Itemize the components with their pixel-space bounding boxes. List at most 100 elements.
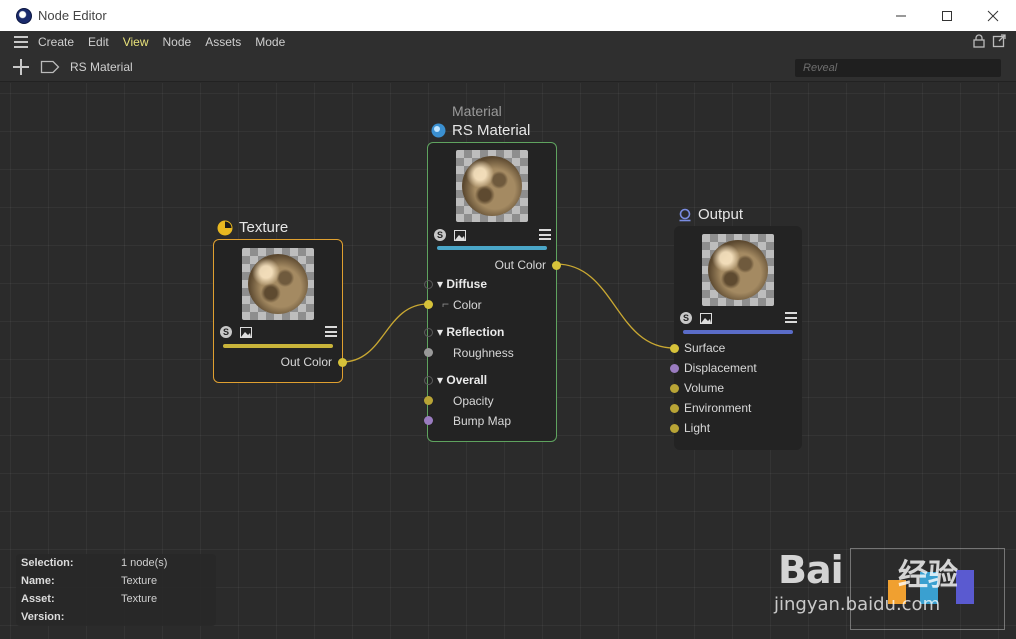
displacement-port[interactable] <box>670 364 679 373</box>
breadcrumb[interactable]: RS Material <box>70 60 133 74</box>
undock-icon[interactable] <box>992 34 1006 48</box>
material-node-subtitle: Material <box>452 103 502 119</box>
output-preview-thumbnail <box>702 234 774 306</box>
menu-list-icon[interactable] <box>539 229 551 240</box>
s-icon[interactable]: S <box>220 326 232 338</box>
minimize-button[interactable] <box>878 0 924 31</box>
menu-assets[interactable]: Assets <box>205 35 241 49</box>
menu-list-icon[interactable] <box>785 312 797 323</box>
material-color-bar <box>437 246 547 250</box>
material-out-color-port[interactable] <box>552 261 561 270</box>
environment-port[interactable] <box>670 404 679 413</box>
close-icon <box>987 10 999 21</box>
light-port[interactable] <box>670 424 679 433</box>
menu-bar: Create Edit View Node Assets Mode <box>0 31 1016 53</box>
menu-create[interactable]: Create <box>38 35 74 49</box>
opacity-label: Opacity <box>453 394 494 408</box>
tree-branch: ⌐ <box>442 297 450 311</box>
watermark-bar-indigo <box>956 570 974 604</box>
version-key: Version: <box>21 611 65 623</box>
reflection-group-port[interactable] <box>424 328 433 337</box>
material-out-color-label: Out Color <box>494 258 546 272</box>
bump-map-port[interactable] <box>424 416 433 425</box>
output-node-header: Output <box>678 206 743 223</box>
asset-value: Texture <box>121 593 158 605</box>
menu-right-icons <box>972 34 1006 48</box>
maximize-button[interactable] <box>924 0 970 31</box>
output-node-tools: S <box>680 312 712 324</box>
menu-view[interactable]: View <box>123 35 149 49</box>
material-node-tools: S <box>434 229 466 241</box>
environment-label: Environment <box>684 401 752 415</box>
name-key: Name: <box>21 575 55 587</box>
roughness-label: Roughness <box>453 346 514 360</box>
watermark-brand: Bai <box>778 548 844 592</box>
opacity-port[interactable] <box>424 396 433 405</box>
overall-group-port[interactable] <box>424 376 433 385</box>
info-row-selection: Selection: 1 node(s) <box>21 557 167 569</box>
menu-list-icon[interactable] <box>325 326 337 337</box>
lock-icon[interactable] <box>972 34 986 48</box>
texture-node-header: Texture <box>217 219 288 236</box>
s-icon[interactable]: S <box>680 312 692 324</box>
image-icon[interactable] <box>700 312 712 324</box>
material-node-header: RS Material <box>431 122 530 139</box>
info-row-asset: Asset: Texture <box>21 593 157 605</box>
watermark-brand-cn: 经验 <box>898 558 958 593</box>
name-value: Texture <box>121 575 158 587</box>
overall-group-label[interactable]: ▾ Overall <box>437 373 487 387</box>
texture-node[interactable]: S Out Color <box>213 239 347 383</box>
asset-key: Asset: <box>21 593 55 605</box>
diffuse-group-label[interactable]: ▾ Diffuse <box>437 277 487 291</box>
diffuse-color-port[interactable] <box>424 300 433 309</box>
material-preview-thumbnail <box>456 150 528 222</box>
displacement-label: Displacement <box>684 361 757 375</box>
window-titlebar: Node Editor <box>0 0 1016 31</box>
info-row-name: Name: Texture <box>21 575 157 587</box>
output-color-bar <box>683 330 793 334</box>
image-icon[interactable] <box>240 326 252 338</box>
output-node[interactable]: S Surface Displacement Volume Environmen… <box>670 226 802 450</box>
material-node-title: RS Material <box>452 122 531 139</box>
info-row-version: Version: <box>21 611 121 623</box>
menu-mode[interactable]: Mode <box>255 35 285 49</box>
minimize-icon <box>896 15 906 16</box>
diffuse-color-label: Color <box>453 298 482 312</box>
menu-edit[interactable]: Edit <box>88 35 109 49</box>
surface-label: Surface <box>684 341 726 355</box>
texture-preview-thumbnail <box>242 248 314 320</box>
volume-port[interactable] <box>670 384 679 393</box>
maximize-icon <box>942 10 952 21</box>
output-node-title: Output <box>698 206 744 223</box>
material-node-icon <box>431 123 446 138</box>
texture-out-color-label: Out Color <box>280 355 332 369</box>
texture-node-icon <box>217 220 233 235</box>
surface-port[interactable] <box>670 344 679 353</box>
window-title: Node Editor <box>38 8 107 23</box>
menu-node[interactable]: Node <box>163 35 192 49</box>
texture-node-title: Texture <box>239 219 289 236</box>
node-toolbar: RS Material <box>0 53 1016 82</box>
hamburger-menu-icon[interactable] <box>14 36 28 48</box>
bump-map-label: Bump Map <box>453 414 512 428</box>
image-icon[interactable] <box>454 229 466 241</box>
watermark-url: jingyan.baidu.com <box>774 594 941 615</box>
texture-color-bar <box>223 344 333 348</box>
light-label: Light <box>684 421 711 435</box>
diffuse-group-port[interactable] <box>424 280 433 289</box>
reflection-group-label[interactable]: ▾ Reflection <box>437 325 504 339</box>
window-controls <box>878 0 1016 31</box>
texture-out-color-port[interactable] <box>338 358 347 367</box>
baidu-jingyan-watermark: Bai 经验 jingyan.baidu.com <box>770 530 1010 634</box>
roughness-port[interactable] <box>424 348 433 357</box>
close-button[interactable] <box>970 0 1016 31</box>
add-node-icon[interactable] <box>12 58 30 76</box>
rs-material-node[interactable]: S Out Color ▾ Diffuse ⌐ Color ▾ Reflecti… <box>424 142 561 442</box>
selection-info-panel: Selection: 1 node(s) Name: Texture Asset… <box>16 554 216 626</box>
s-icon[interactable]: S <box>434 229 446 241</box>
volume-label: Volume <box>684 381 725 395</box>
material-tag-icon[interactable] <box>40 60 60 74</box>
wire-texture-to-diffuse <box>341 303 429 363</box>
selection-value: 1 node(s) <box>121 557 168 569</box>
reveal-search-input[interactable] <box>795 59 1001 77</box>
